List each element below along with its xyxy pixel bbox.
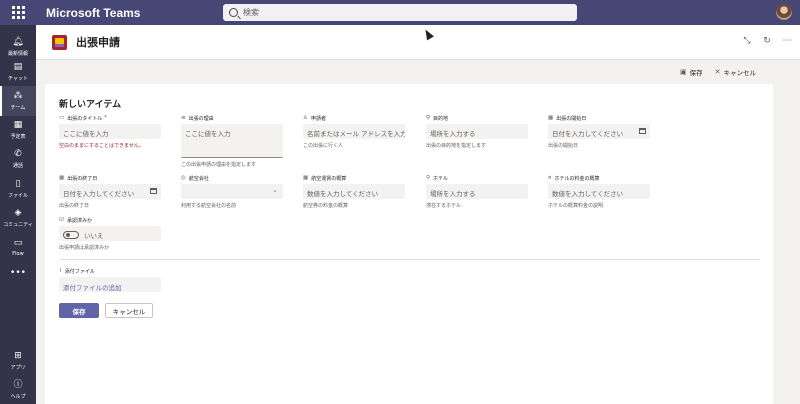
file-icon: ▯ (15, 179, 21, 189)
chevron-down-icon: ⌄ (272, 186, 278, 194)
rail-item-calendar[interactable]: ▦ 予定表 (0, 115, 36, 145)
save-command[interactable]: ▣ 保存 (680, 67, 703, 77)
checkbox-icon: ☑ (59, 217, 64, 223)
choice-icon: ◎ (181, 175, 186, 181)
close-icon: ✕ (714, 68, 721, 76)
rail-item-calls[interactable]: ✆ 通話 (0, 144, 36, 174)
add-attachment-link[interactable]: 添付ファイルの追加 (63, 284, 122, 292)
rail-item-help[interactable]: ⓘ ヘルプ (0, 375, 36, 404)
destination-input[interactable]: 場所を入力する (426, 124, 528, 139)
top-bar: Microsoft Teams 検索 (0, 0, 800, 25)
header-actions: ⤡ ↻ ⋯ (742, 36, 792, 46)
currency-icon: ¤ (548, 175, 552, 181)
refresh-icon[interactable]: ↻ (762, 36, 772, 46)
location-icon: ⚲ (426, 175, 431, 181)
approved-toggle[interactable] (63, 231, 79, 239)
cancel-command[interactable]: ✕ キャンセル (715, 67, 756, 77)
hotel-cost-input[interactable]: 数値を入力してください (548, 184, 650, 199)
airline-dropdown[interactable]: ⌄ (181, 184, 283, 199)
page-title: 出張申請 (76, 36, 120, 49)
field-reason: ≡ 出張の理由 ここに値を入力 この出張申請の理由を指定します (181, 114, 286, 168)
field-destination: ⚲ 目的地 場所を入力する 出張の目的地を指定します (426, 114, 531, 149)
end-date-input[interactable]: 日付を入力してください (59, 184, 161, 199)
form-title: 新しいアイテム (59, 100, 122, 110)
title-error: 空白のままにすることはできません。 (59, 143, 144, 149)
field-airline: ◎ 航空会社 ⌄ 利用する航空会社の名前 (181, 174, 286, 209)
field-title: ▭ 出張のタイトル * ここに値を入力 空白のままにすることはできません。 (59, 114, 164, 149)
save-icon: ▣ (680, 68, 687, 76)
applicant-input[interactable]: 名前またはメール アドレスを入力 (303, 124, 405, 139)
save-button[interactable]: 保存 (59, 303, 99, 318)
avatar[interactable] (776, 4, 792, 20)
help-icon: ⓘ (13, 380, 23, 390)
approved-toggle-container: いいえ (59, 226, 161, 241)
location-icon: ⚲ (426, 115, 431, 121)
search-icon (229, 8, 238, 17)
flow-icon: ▭ (13, 237, 23, 248)
number-icon: ▦ (303, 175, 309, 181)
rail-item-teams[interactable]: ⁂ チーム (0, 86, 36, 116)
rail-item-more[interactable]: ••• (0, 258, 36, 288)
person-icon: ♙ (303, 115, 308, 121)
hotel-input[interactable]: 場所を入力する (426, 184, 528, 199)
start-date-input[interactable]: 日付を入力してください (548, 124, 650, 139)
cancel-button[interactable]: キャンセル (105, 303, 153, 318)
title-input[interactable]: ここに値を入力 (59, 124, 161, 139)
airfare-input[interactable]: 数値を入力してください (303, 184, 405, 199)
teams-icon: ⁂ (13, 91, 23, 101)
waffle-icon (11, 6, 25, 19)
text-field-icon: ▭ (59, 115, 65, 121)
calendar-icon: ▦ (59, 175, 65, 181)
app-launcher-button[interactable] (0, 0, 36, 25)
field-airfare: ▦ 航空運賃の概算 数値を入力してください 航空券の料金の概算 (303, 174, 408, 209)
travel-app-icon (52, 34, 67, 50)
calendar-icon: ▦ (548, 115, 554, 121)
app-header: 出張申請 ⤡ ↻ ⋯ (36, 25, 800, 60)
left-rail: 🔔︎ 最新情報 ▤ チャット ⁂ チーム ▦ 予定表 ✆ 通話 ▯ ファイル ◈… (0, 25, 36, 404)
field-applicant: ♙ 申請者 名前またはメール アドレスを入力 この出張に行く人 (303, 115, 405, 149)
field-attachments: ⌇ 添付ファイル 添付ファイルの追加 (59, 267, 164, 292)
form-panel: 新しいアイテム ▭ 出張のタイトル * ここに値を入力 空白のままにすることはできま… (45, 84, 773, 404)
collapse-icon[interactable]: ⤡ (742, 36, 752, 46)
more-icon: ••• (10, 267, 26, 278)
apps-icon: ⊞ (14, 351, 22, 361)
rail-item-chat[interactable]: ▤ チャット (0, 57, 36, 87)
multiline-icon: ≡ (181, 115, 186, 121)
date-picker-icon[interactable] (150, 188, 157, 194)
chat-icon: ▤ (13, 62, 23, 72)
bell-icon: 🔔︎ (12, 37, 24, 47)
command-bar: ▣ 保存 ✕ キャンセル (680, 67, 756, 77)
rail-item-apps[interactable]: ⊞ アプリ (0, 346, 36, 376)
attachment-box: 添付ファイルの追加 (59, 277, 161, 292)
phone-icon: ✆ (14, 149, 22, 159)
field-start-date: ▦ 出張の開始日 日付を入力してください 出張の開始日 (548, 114, 653, 149)
community-icon: ◈ (14, 208, 22, 218)
rail-item-files[interactable]: ▯ ファイル (0, 174, 36, 204)
more-options-icon[interactable]: ⋯ (782, 36, 792, 46)
paperclip-icon: ⌇ (59, 268, 62, 274)
calendar-icon: ▦ (13, 120, 23, 130)
rail-item-community[interactable]: ◈ コミュニティ (0, 203, 36, 233)
field-hotel: ⚲ ホテル 場所を入力する 滞在するホテル (426, 174, 531, 209)
search-placeholder: 検索 (243, 8, 259, 17)
reason-input[interactable]: ここに値を入力 (181, 124, 283, 158)
app-title: Microsoft Teams (46, 5, 141, 20)
search-box[interactable]: 検索 (223, 4, 577, 21)
divider (59, 259, 760, 260)
date-picker-icon[interactable] (639, 128, 646, 134)
field-end-date: ▦ 出張の終了日 日付を入力してください 出張の終了日 (59, 174, 164, 209)
field-hotel-cost: ¤ ホテルの料金の概算 数値を入力してください ホテルの概算料金の説明 (548, 174, 653, 209)
field-approved: ☑ 承認済みか いいえ 出張申請は承認済みか (59, 216, 164, 251)
